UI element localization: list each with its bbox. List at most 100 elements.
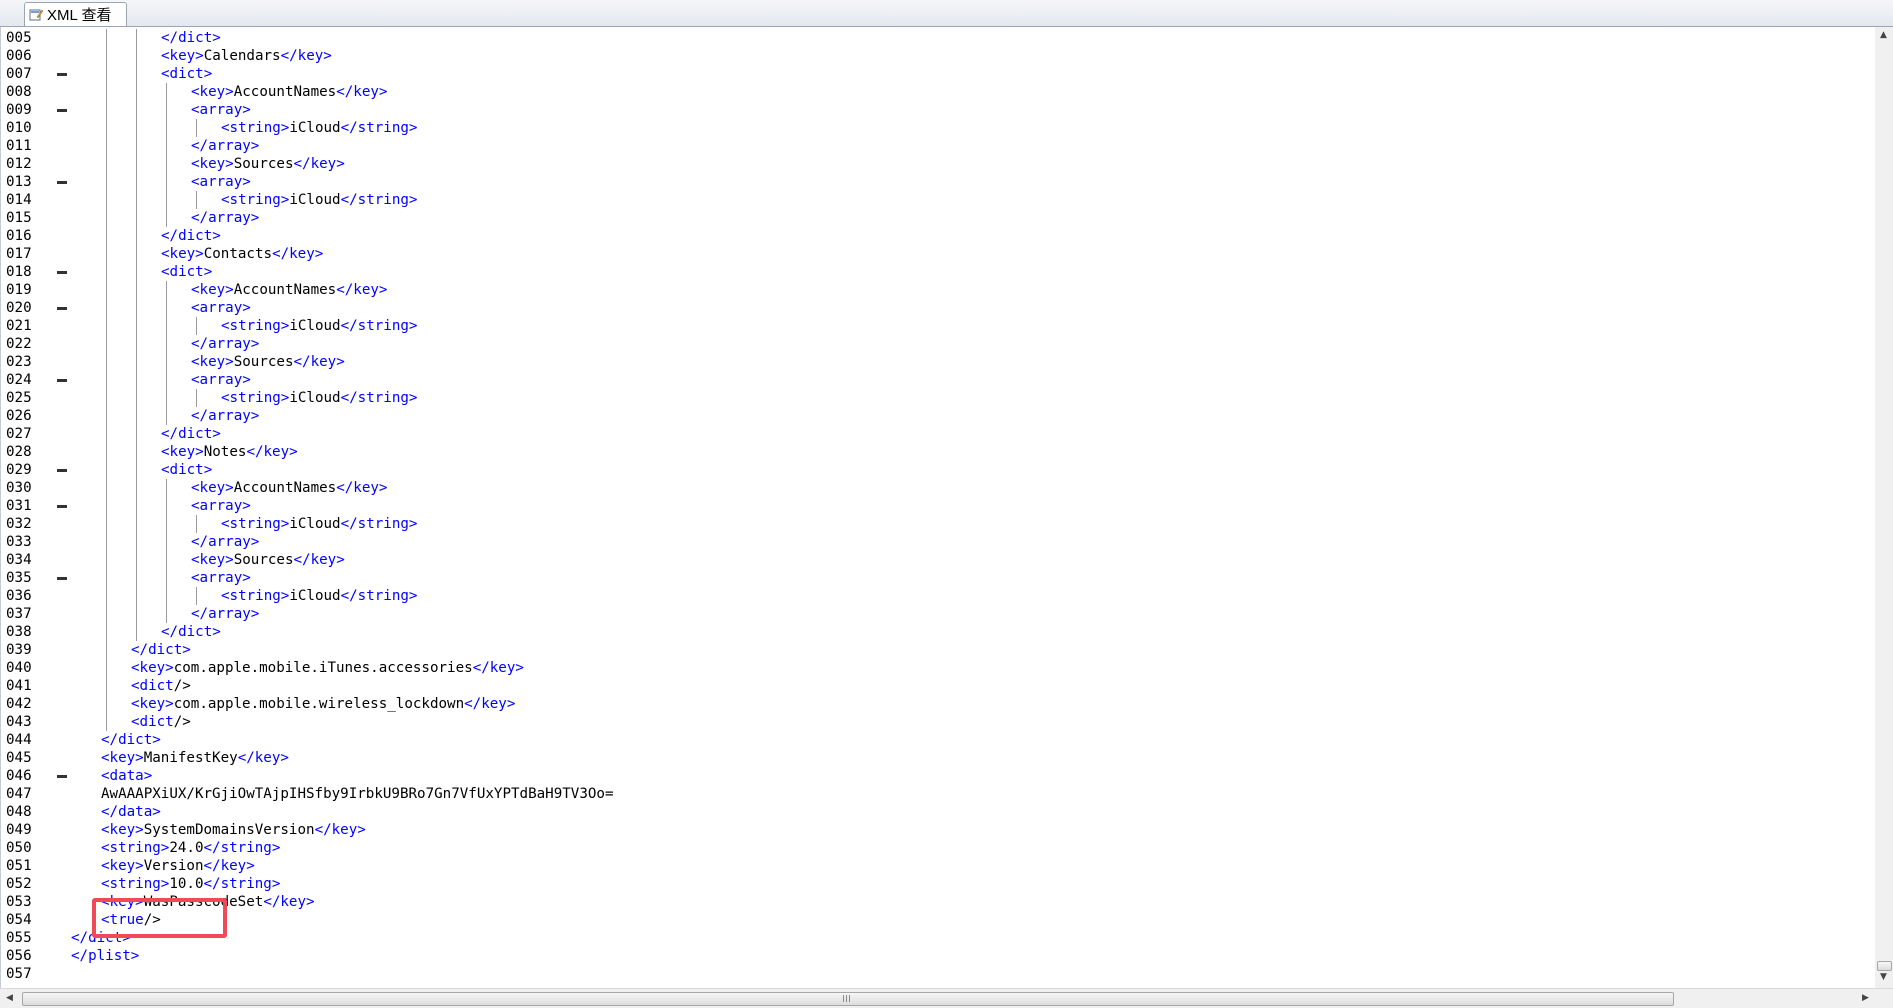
scroll-up-icon[interactable]: ▲: [1880, 30, 1887, 40]
code-line[interactable]: 050 <string>24.0</string>: [1, 839, 1876, 857]
vertical-scroll-thumb[interactable]: [1877, 961, 1892, 971]
line-number: 028: [6, 444, 32, 460]
code-line[interactable]: 041 <dict/>: [1, 677, 1876, 695]
code-line[interactable]: 023 <key>Sources</key>: [1, 353, 1876, 371]
code-line[interactable]: 056 </plist>: [1, 947, 1876, 965]
code-line[interactable]: 007 <dict>: [1, 65, 1876, 83]
fold-collapse-icon[interactable]: [57, 73, 67, 76]
code-line[interactable]: 037 </array>: [1, 605, 1876, 623]
code-line[interactable]: 049 <key>SystemDomainsVersion</key>: [1, 821, 1876, 839]
code-line[interactable]: 044 </dict>: [1, 731, 1876, 749]
scroll-down-icon[interactable]: ▼: [1880, 972, 1887, 982]
xml-tag: </key>: [464, 696, 516, 712]
code-line[interactable]: 028 <key>Notes</key>: [1, 443, 1876, 461]
code-line[interactable]: 018 <dict>: [1, 263, 1876, 281]
code-text: <key>com.apple.mobile.wireless_lockdown<…: [131, 695, 515, 713]
code-line[interactable]: 046 <data>: [1, 767, 1876, 785]
code-line[interactable]: 016 </dict>: [1, 227, 1876, 245]
tab-xml-view[interactable]: XML 查看: [24, 2, 127, 26]
line-number: 020: [6, 300, 32, 316]
fold-collapse-icon[interactable]: [57, 577, 67, 580]
code-text: <array>: [191, 299, 251, 317]
code-line[interactable]: 052 <string>10.0</string>: [1, 875, 1876, 893]
xml-code-editor[interactable]: 005 </dict> 006 <key>Calendars</key> 007 <dic…: [0, 27, 1875, 988]
indent-guide: [166, 479, 167, 497]
xml-text: Version: [143, 858, 204, 874]
code-line[interactable]: 051 <key>Version</key>: [1, 857, 1876, 875]
code-line[interactable]: 055 </dict>: [1, 929, 1876, 947]
code-text: <array>: [191, 173, 251, 191]
code-line[interactable]: 022 </array>: [1, 335, 1876, 353]
code-line[interactable]: 030 <key>AccountNames</key>: [1, 479, 1876, 497]
code-line[interactable]: 026 </array>: [1, 407, 1876, 425]
fold-collapse-icon[interactable]: [57, 379, 67, 382]
code-line[interactable]: 010 <string>iCloud</string>: [1, 119, 1876, 137]
indent-guide: [136, 407, 137, 425]
code-text: <key>AccountNames</key>: [191, 479, 387, 497]
indent-guide: [136, 605, 137, 623]
fold-collapse-icon[interactable]: [57, 775, 67, 778]
code-line[interactable]: 011 </array>: [1, 137, 1876, 155]
code-line[interactable]: 009 <array>: [1, 101, 1876, 119]
code-text: <dict>: [161, 461, 212, 479]
fold-collapse-icon[interactable]: [57, 271, 67, 274]
code-line[interactable]: 032 <string>iCloud</string>: [1, 515, 1876, 533]
indent-guide: [106, 443, 107, 461]
code-line[interactable]: 017 <key>Contacts</key>: [1, 245, 1876, 263]
code-line[interactable]: 048 </data>: [1, 803, 1876, 821]
scroll-left-icon[interactable]: ◀: [6, 993, 13, 1003]
code-line[interactable]: 020 <array>: [1, 299, 1876, 317]
horizontal-scroll-thumb[interactable]: [22, 992, 1674, 1006]
line-number: 012: [6, 156, 32, 172]
fold-collapse-icon[interactable]: [57, 307, 67, 310]
code-text: </dict>: [161, 425, 221, 443]
code-line[interactable]: 015 </array>: [1, 209, 1876, 227]
code-line[interactable]: 043 <dict/>: [1, 713, 1876, 731]
code-line[interactable]: 019 <key>AccountNames</key>: [1, 281, 1876, 299]
code-line[interactable]: 012 <key>Sources</key>: [1, 155, 1876, 173]
code-text: </dict>: [161, 623, 221, 641]
code-line[interactable]: 054 <true/>: [1, 911, 1876, 929]
xml-text: AwAAAPXiUX/KrGjiOwTAjpIHSfby9IrbkU9BRo7G…: [101, 786, 614, 802]
code-line[interactable]: 006 <key>Calendars</key>: [1, 47, 1876, 65]
vertical-scrollbar[interactable]: ▲ ▼: [1875, 27, 1893, 988]
xml-tag: <key>: [131, 660, 174, 676]
code-line[interactable]: 027 </dict>: [1, 425, 1876, 443]
code-line[interactable]: 057: [1, 965, 1876, 983]
code-line[interactable]: 025 <string>iCloud</string>: [1, 389, 1876, 407]
xml-tag: </string>: [340, 588, 418, 604]
code-line[interactable]: 021 <string>iCloud</string>: [1, 317, 1876, 335]
code-line[interactable]: 014 <string>iCloud</string>: [1, 191, 1876, 209]
xml-tag: </dict>: [131, 642, 191, 658]
code-line[interactable]: 013 <array>: [1, 173, 1876, 191]
code-line[interactable]: 031 <array>: [1, 497, 1876, 515]
fold-collapse-icon[interactable]: [57, 469, 67, 472]
line-number: 014: [6, 192, 32, 208]
fold-collapse-icon[interactable]: [57, 505, 67, 508]
line-number: 042: [6, 696, 32, 712]
indent-guide: [136, 425, 137, 443]
code-line[interactable]: 053 <key>WasPasscodeSet</key>: [1, 893, 1876, 911]
code-line[interactable]: 005 </dict>: [1, 29, 1876, 47]
code-line[interactable]: 040 <key>com.apple.mobile.iTunes.accessor…: [1, 659, 1876, 677]
code-line[interactable]: 034 <key>Sources</key>: [1, 551, 1876, 569]
code-line[interactable]: 036 <string>iCloud</string>: [1, 587, 1876, 605]
fold-collapse-icon[interactable]: [57, 181, 67, 184]
code-line[interactable]: 029 <dict>: [1, 461, 1876, 479]
code-line[interactable]: 039 </dict>: [1, 641, 1876, 659]
code-line[interactable]: 008 <key>AccountNames</key>: [1, 83, 1876, 101]
horizontal-scrollbar[interactable]: ◀ ▶: [0, 988, 1893, 1008]
indent-guide: [106, 227, 107, 245]
code-line[interactable]: 035 <array>: [1, 569, 1876, 587]
scroll-right-icon[interactable]: ▶: [1862, 993, 1869, 1003]
code-line[interactable]: 042 <key>com.apple.mobile.wireless_lockdo…: [1, 695, 1876, 713]
code-line[interactable]: 024 <array>: [1, 371, 1876, 389]
fold-collapse-icon[interactable]: [57, 109, 67, 112]
code-line[interactable]: 038 </dict>: [1, 623, 1876, 641]
code-line[interactable]: 033 </array>: [1, 533, 1876, 551]
code-line[interactable]: 045 <key>ManifestKey</key>: [1, 749, 1876, 767]
code-line[interactable]: 047 AwAAAPXiUX/KrGjiOwTAjpIHSfby9IrbkU9BR…: [1, 785, 1876, 803]
line-number: 057: [6, 966, 32, 982]
xml-tag: </key>: [293, 552, 345, 568]
indent-guide: [166, 191, 167, 209]
